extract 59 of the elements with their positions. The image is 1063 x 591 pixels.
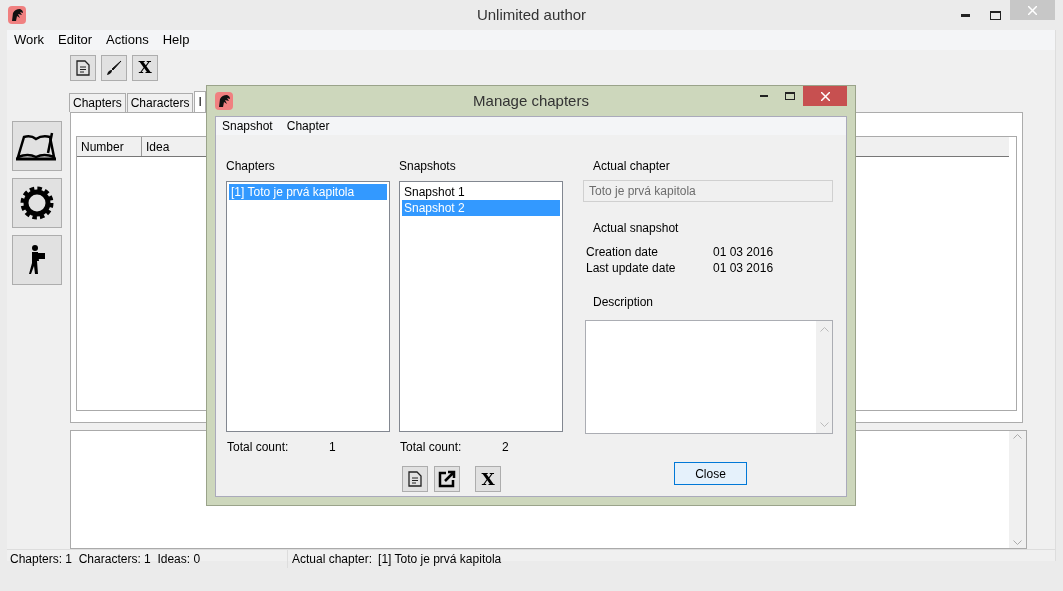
person-carrying-box-icon bbox=[27, 244, 47, 275]
document-icon bbox=[408, 471, 422, 487]
person-button[interactable] bbox=[12, 234, 62, 285]
maximize-icon bbox=[989, 10, 1001, 20]
status-chapter: [1] Toto je prvá kapitola bbox=[377, 550, 502, 568]
list-item[interactable]: Snapshot 1 bbox=[402, 184, 560, 200]
book-button[interactable] bbox=[12, 120, 62, 171]
app-logo-icon bbox=[8, 6, 26, 24]
list-label: Chapters bbox=[226, 158, 276, 175]
menu-item[interactable]: Work bbox=[14, 30, 45, 50]
maximize-icon bbox=[785, 92, 795, 100]
section-label: Description bbox=[592, 294, 655, 311]
settings-button[interactable] bbox=[12, 177, 62, 228]
chapter-name-field[interactable]: Toto je prvá kapitola bbox=[583, 180, 833, 202]
scroll-up-icon bbox=[819, 327, 829, 332]
scroll-up-icon bbox=[1013, 433, 1022, 439]
close-icon bbox=[820, 91, 830, 101]
tab[interactable]: Chapters bbox=[69, 92, 126, 112]
count-value: 1 bbox=[329, 439, 336, 456]
section-label: Actual snapshot bbox=[592, 220, 680, 237]
external-link-icon bbox=[438, 470, 456, 488]
scroll-down-icon bbox=[1013, 539, 1022, 545]
info-label: Creation date bbox=[586, 244, 660, 260]
count-value: 2 bbox=[502, 439, 509, 456]
list-label: Snapshots bbox=[399, 158, 457, 175]
dialog-title: Manage chapters bbox=[472, 90, 590, 111]
menu-item[interactable]: Actions bbox=[106, 30, 149, 50]
section-label: Actual chapter bbox=[592, 158, 671, 175]
new-button[interactable] bbox=[70, 54, 96, 81]
minimize-icon bbox=[960, 13, 970, 17]
document-icon bbox=[76, 59, 90, 76]
info-label: Last update date bbox=[586, 260, 677, 276]
close-dialog-button[interactable]: Close bbox=[674, 462, 747, 485]
delete-button[interactable]: X bbox=[132, 54, 158, 81]
scroll-down-icon bbox=[819, 422, 829, 427]
app-logo-icon bbox=[215, 92, 233, 110]
status-label: Actual chapter: bbox=[291, 550, 373, 568]
window-title: Unlimited author bbox=[475, 4, 588, 25]
info-value: 01 03 2016 bbox=[713, 260, 774, 276]
count-label: Total count: bbox=[399, 439, 463, 456]
close-icon bbox=[1028, 5, 1037, 15]
info-value: 01 03 2016 bbox=[713, 244, 774, 260]
brush-icon bbox=[106, 59, 122, 76]
menu-item[interactable]: Editor bbox=[58, 30, 93, 50]
delete-snapshot-button[interactable]: X bbox=[475, 466, 501, 492]
open-book-icon bbox=[16, 130, 58, 161]
edit-button[interactable] bbox=[101, 54, 127, 81]
menu-item[interactable]: Snapshot bbox=[222, 117, 273, 135]
status-counts: Chapters: 1 Characters: 1 Ideas: 0 bbox=[7, 549, 288, 568]
minimize-icon bbox=[760, 95, 768, 97]
new-snapshot-button[interactable] bbox=[402, 466, 428, 492]
tab[interactable]: Characters bbox=[126, 92, 194, 112]
menu-item[interactable]: Help bbox=[162, 30, 190, 50]
open-snapshot-button[interactable] bbox=[434, 466, 460, 492]
menu-item[interactable]: Chapter bbox=[286, 117, 330, 135]
count-label: Total count: bbox=[226, 439, 290, 456]
column-header[interactable]: Number bbox=[77, 136, 142, 156]
description-field[interactable] bbox=[585, 320, 833, 434]
tab[interactable]: I bbox=[194, 90, 206, 112]
